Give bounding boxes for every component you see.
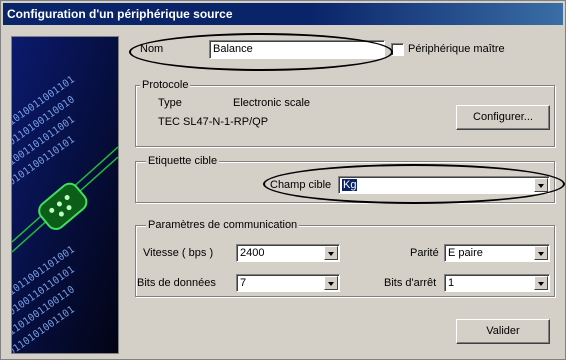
- parity-value: E paire: [448, 247, 483, 259]
- window-title: Configuration d'un périphérique source: [7, 7, 233, 21]
- target-field-label: Champ cible: [270, 179, 332, 191]
- target-label-legend: Etiquette cible: [146, 154, 220, 168]
- type-value: Electronic scale: [233, 97, 311, 109]
- databits-select[interactable]: 7: [236, 274, 340, 292]
- configure-button[interactable]: Configurer...: [456, 105, 550, 130]
- speed-value: 2400: [240, 247, 265, 259]
- stopbits-select[interactable]: 1: [444, 274, 550, 292]
- communication-legend: Paramètres de communication: [146, 218, 300, 232]
- master-device-label: Périphérique maître: [408, 43, 505, 55]
- stopbits-value: 1: [448, 277, 455, 289]
- speed-label: Vitesse ( bps ): [143, 247, 214, 259]
- name-input[interactable]: Balance: [209, 40, 385, 59]
- stopbits-label: Bits d'arrêt: [384, 277, 437, 289]
- chevron-down-icon[interactable]: [324, 276, 338, 290]
- name-label: Nom: [140, 43, 164, 55]
- chevron-down-icon[interactable]: [534, 246, 548, 260]
- parity-select[interactable]: E paire: [444, 244, 550, 262]
- protocol-legend: Protocole: [140, 78, 191, 92]
- chevron-down-icon[interactable]: [534, 276, 548, 290]
- speed-select[interactable]: 2400: [236, 244, 340, 262]
- validate-button[interactable]: Valider: [456, 319, 550, 344]
- target-field-value: Kg: [342, 179, 358, 191]
- chevron-down-icon[interactable]: [324, 246, 338, 260]
- databits-label: Bits de données: [137, 277, 216, 289]
- serial-connector-illustration: 1010011001101 0110100110010 100110101100…: [11, 36, 119, 354]
- title-bar: Configuration d'un périphérique source: [3, 3, 563, 25]
- chevron-down-icon[interactable]: [534, 178, 548, 192]
- databits-value: 7: [240, 277, 247, 289]
- parity-label: Parité: [410, 247, 439, 259]
- master-device-checkbox[interactable]: [391, 43, 404, 56]
- model-value: TEC SL47-N-1-RP/QP: [158, 116, 269, 128]
- target-field-select[interactable]: Kg: [338, 176, 550, 194]
- type-label: Type: [158, 97, 182, 109]
- config-dialog: Configuration d'un périphérique source 1…: [0, 0, 566, 360]
